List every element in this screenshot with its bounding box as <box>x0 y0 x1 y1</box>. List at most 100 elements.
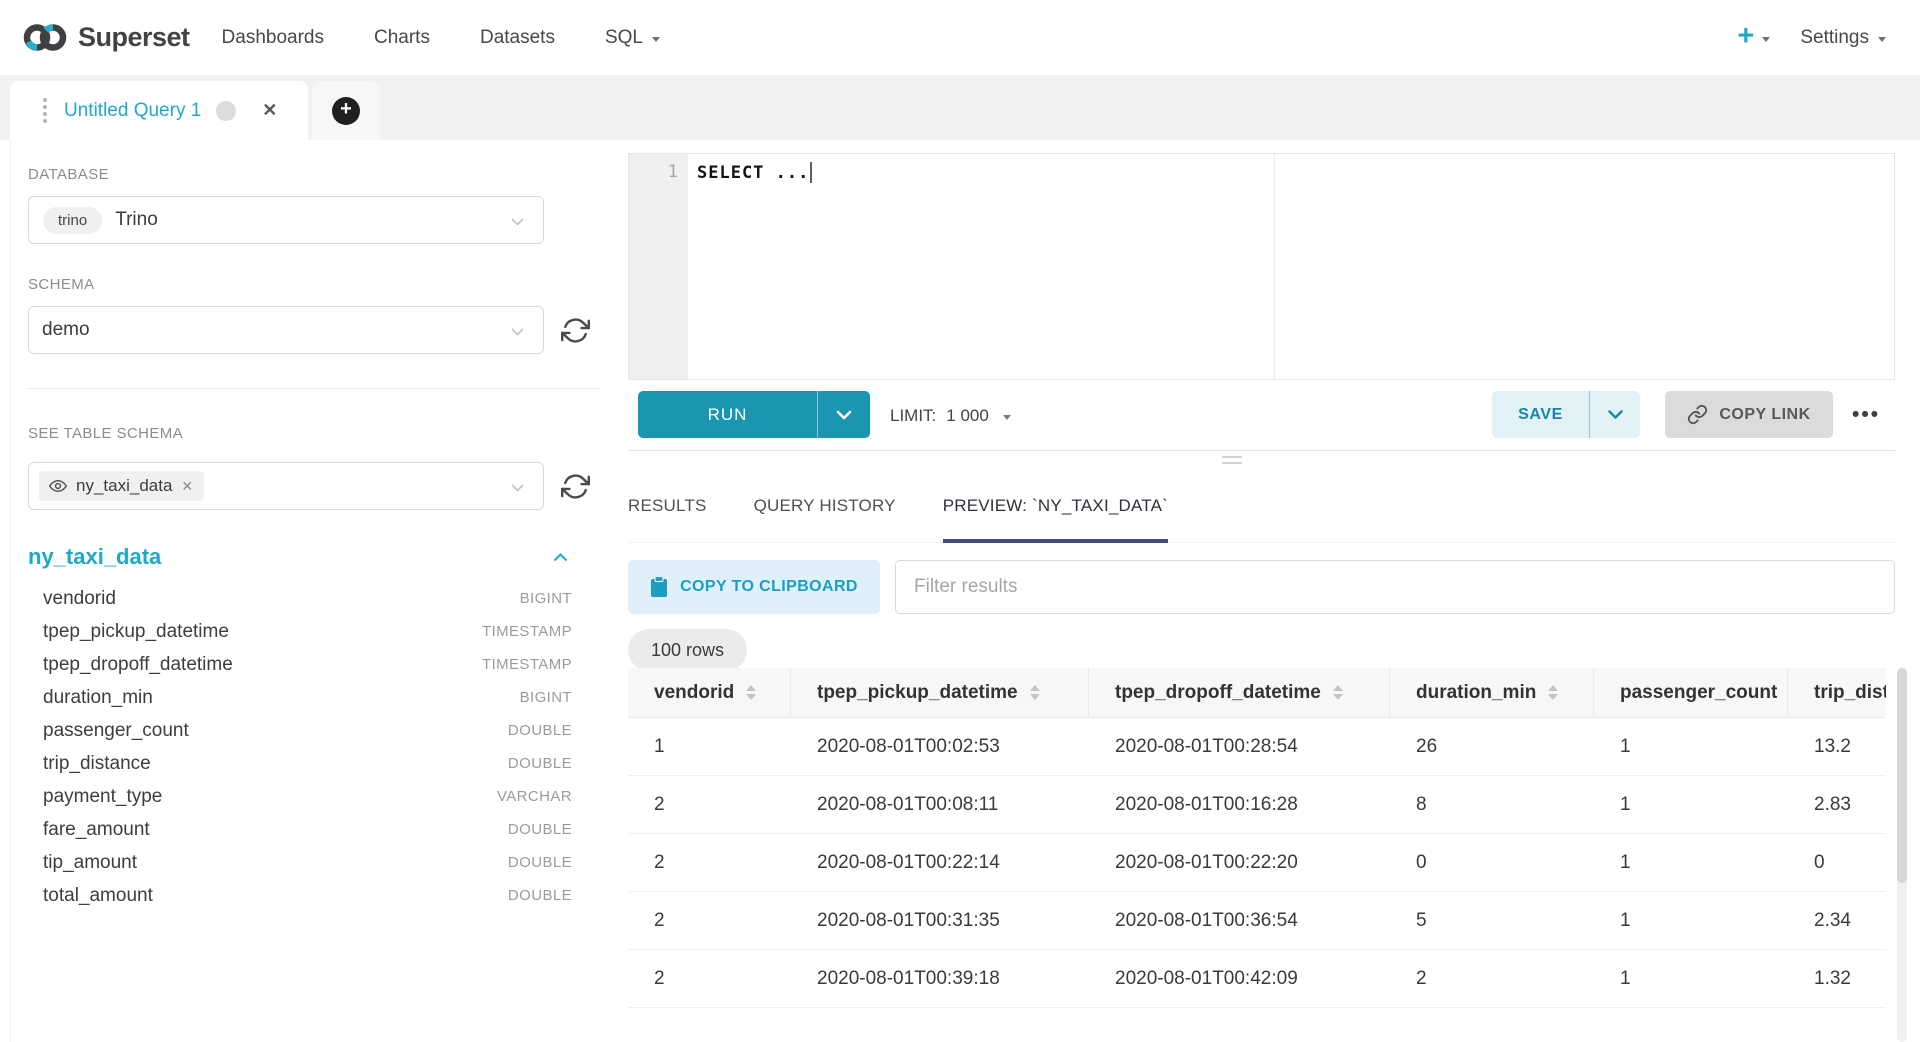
add-tab-button[interactable]: + <box>332 97 360 125</box>
column-header-label: tpep_pickup_datetime <box>817 682 1018 704</box>
nav-item-dashboards[interactable]: Dashboards <box>222 27 324 49</box>
table-cell: 0 <box>1788 834 1886 891</box>
tab-drag-handle-icon[interactable] <box>43 98 47 123</box>
filter-results-input[interactable] <box>895 560 1895 614</box>
query-tab-title[interactable]: Untitled Query 1 <box>64 100 201 122</box>
refresh-tables-icon[interactable] <box>561 472 590 501</box>
run-button[interactable]: RUN <box>638 391 870 438</box>
more-actions-button[interactable]: ••• <box>1852 391 1880 438</box>
table-cell: 1 <box>628 718 791 775</box>
table-cell: 1 <box>1594 834 1788 891</box>
header-right: + Settings <box>1737 25 1886 51</box>
settings-label: Settings <box>1800 27 1869 49</box>
sql-code-line[interactable]: SELECT ... <box>697 162 812 183</box>
schema-column-trip-distance: trip_distance DOUBLE <box>28 747 572 780</box>
column-header-label: duration_min <box>1416 682 1536 704</box>
sql-editor[interactable]: 1 SELECT ... <box>628 153 1895 380</box>
sort-icon[interactable] <box>1030 685 1040 700</box>
table-cell: 1 <box>1594 718 1788 775</box>
schema-column-passenger-count: passenger_countDOUBLE <box>28 714 572 747</box>
settings-menu[interactable]: Settings <box>1800 27 1886 49</box>
table-cell: 2 <box>628 834 791 891</box>
run-button-label[interactable]: RUN <box>638 391 818 438</box>
table-row: 22020-08-01T00:31:352020-08-01T00:36:545… <box>628 892 1886 950</box>
column-name: payment_type <box>43 786 162 808</box>
database-select[interactable]: trino Trino <box>28 196 544 244</box>
pane-resize-handle[interactable] <box>1222 456 1242 468</box>
sort-icon[interactable] <box>1333 685 1343 700</box>
results-scrollbar[interactable] <box>1897 668 1907 1042</box>
query-tab-bar: Untitled Query 1 ✕ + <box>0 75 1920 140</box>
app-header: Superset Dashboards Charts Datasets SQL + S… <box>0 0 1920 75</box>
column-header-label: tpep_dropoff_datetime <box>1115 682 1321 704</box>
new-item-menu[interactable]: + <box>1737 25 1770 51</box>
table-row: 22020-08-01T00:22:142020-08-01T00:22:200… <box>628 834 1886 892</box>
results-tab-preview-ny-taxi-data[interactable]: PREVIEW: `NY_TAXI_DATA` <box>943 470 1168 543</box>
sort-icon[interactable] <box>1548 685 1558 700</box>
save-button-label[interactable]: SAVE <box>1492 391 1590 438</box>
run-options-button[interactable] <box>818 391 870 438</box>
column-name: tpep_pickup_datetime <box>43 621 229 643</box>
selected-table-tag[interactable]: ny_taxi_data ✕ <box>39 471 204 501</box>
editor-toolbar: RUN LIMIT: 1 000 SAVE COPY LINK ••• <box>628 380 1895 451</box>
database-engine-pill: trino <box>43 207 102 234</box>
limit-label: LIMIT: <box>890 406 936 426</box>
column-type: TIMESTAMP <box>482 623 572 640</box>
column-type: DOUBLE <box>508 887 572 904</box>
column-type: BIGINT <box>520 590 572 607</box>
table-schema-title[interactable]: ny_taxi_data <box>28 544 161 570</box>
column-name: vendorid <box>43 588 116 610</box>
column-header-tpep-pickup-datetime[interactable]: tpep_pickup_datetime <box>791 668 1089 717</box>
column-header-passenger-count[interactable]: passenger_count <box>1594 668 1788 717</box>
sql-code-text: SELECT ... <box>697 163 809 183</box>
copy-link-button[interactable]: COPY LINK <box>1665 391 1833 438</box>
column-header-tpep-dropoff-datetime[interactable]: tpep_dropoff_datetime <box>1089 668 1390 717</box>
column-type: VARCHAR <box>497 788 572 805</box>
table-row: 22020-08-01T00:08:112020-08-01T00:16:288… <box>628 776 1886 834</box>
column-header-vendorid[interactable]: vendorid <box>628 668 791 717</box>
query-tab-active[interactable]: Untitled Query 1 ✕ <box>10 81 308 140</box>
save-button[interactable]: SAVE <box>1492 391 1640 438</box>
column-name: trip_distance <box>43 753 151 775</box>
results-tab-bar: RESULTS QUERY HISTORY PREVIEW: `NY_TAXI_DA… <box>628 470 1895 543</box>
close-tab-icon[interactable]: ✕ <box>262 100 277 121</box>
limit-dropdown[interactable]: LIMIT: 1 000 <box>890 380 1011 451</box>
main-nav: Dashboards Charts Datasets SQL <box>222 27 660 49</box>
table-cell: 5 <box>1390 892 1594 949</box>
sql-lab-sidebar: DATABASE trino Trino SCHEMA demo SEE TAB… <box>10 140 612 1042</box>
schema-column-vendorid: vendorid BIGINT <box>28 582 572 615</box>
editor-print-margin <box>1274 154 1275 379</box>
nav-item-charts[interactable]: Charts <box>374 27 430 49</box>
collapse-table-icon[interactable] <box>549 549 572 566</box>
scrollbar-thumb[interactable] <box>1897 668 1907 883</box>
schema-select[interactable]: demo <box>28 306 544 354</box>
table-cell: 2020-08-01T00:36:54 <box>1089 892 1390 949</box>
column-type: DOUBLE <box>508 821 572 838</box>
table-cell: 2020-08-01T00:08:11 <box>791 776 1089 833</box>
table-body: 12020-08-01T00:02:532020-08-01T00:28:542… <box>628 718 1886 1008</box>
brand-title[interactable]: Superset <box>78 22 190 53</box>
column-type: DOUBLE <box>508 755 572 772</box>
preview-data-table: vendorid tpep_pickup_datetime tpep_dropoff… <box>628 668 1886 1008</box>
table-select[interactable]: ny_taxi_data ✕ <box>28 462 544 510</box>
copy-to-clipboard-label: COPY TO CLIPBOARD <box>680 578 858 596</box>
superset-logo-icon[interactable] <box>22 22 68 53</box>
save-options-button[interactable] <box>1590 391 1640 438</box>
results-tab-query-history[interactable]: QUERY HISTORY <box>754 470 896 543</box>
table-cell: 2.34 <box>1788 892 1886 949</box>
column-header-duration-min[interactable]: duration_min <box>1390 668 1594 717</box>
column-header-trip-distance[interactable]: trip_distance <box>1788 668 1886 717</box>
database-select-value: Trino <box>115 209 158 231</box>
copy-to-clipboard-button[interactable]: COPY TO CLIPBOARD <box>628 560 880 614</box>
remove-table-icon[interactable]: ✕ <box>181 478 193 495</box>
refresh-schemas-icon[interactable] <box>561 316 590 345</box>
clipboard-icon <box>650 576 668 598</box>
table-cell: 2020-08-01T00:16:28 <box>1089 776 1390 833</box>
see-table-schema-label: SEE TABLE SCHEMA <box>28 425 612 442</box>
column-name: fare_amount <box>43 819 150 841</box>
table-cell: 26 <box>1390 718 1594 775</box>
results-tab-results[interactable]: RESULTS <box>628 470 707 543</box>
sort-icon[interactable] <box>746 685 756 700</box>
nav-item-sql[interactable]: SQL <box>605 27 660 49</box>
nav-item-datasets[interactable]: Datasets <box>480 27 555 49</box>
